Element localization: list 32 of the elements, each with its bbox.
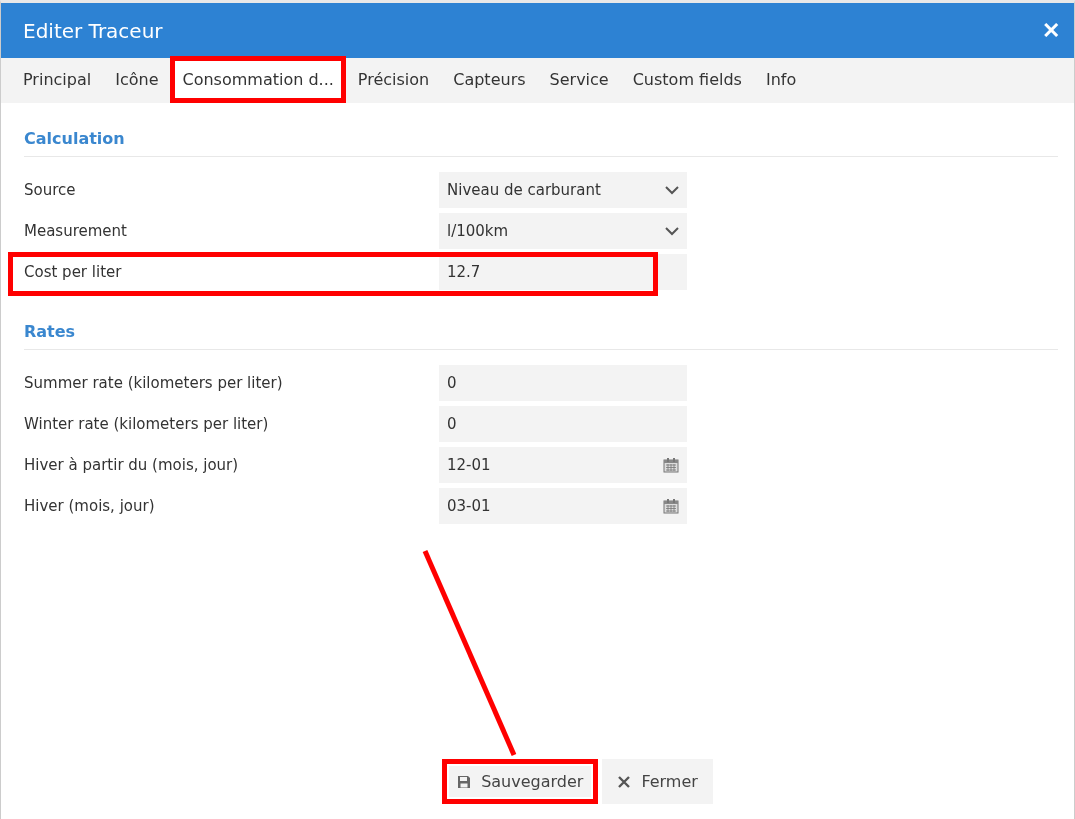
field-label: Measurement (24, 222, 128, 240)
tab[interactable]: Service (537, 56, 621, 103)
field-label: Source (24, 181, 77, 199)
tab[interactable]: Consommation d... (170, 56, 346, 103)
date-field[interactable]: 12-01 (439, 447, 687, 483)
calendar-icon (663, 498, 679, 514)
field-label: Winter rate (kilometers per liter) (24, 415, 270, 433)
dropdown[interactable]: l/100km (439, 213, 687, 249)
tab[interactable]: Icône (103, 56, 171, 103)
close-button[interactable]: Fermer (602, 759, 713, 804)
field-label: Summer rate (kilometers per liter) (24, 374, 284, 392)
save-button[interactable]: Sauvegarder (442, 759, 599, 804)
dropdown[interactable]: Niveau de carburant (439, 172, 687, 208)
field-label: Hiver à partir du (mois, jour) (24, 456, 240, 474)
window-title: Editer Traceur (23, 18, 163, 43)
input-field[interactable]: 0 (439, 365, 687, 401)
tab[interactable]: Info (753, 56, 809, 103)
tab[interactable]: Custom fields (620, 56, 754, 103)
section-heading: Calculation (24, 117, 1058, 157)
field-label: Cost per liter (24, 263, 123, 281)
tab[interactable]: Capteurs (441, 56, 538, 103)
section-heading: Rates (24, 310, 1058, 350)
chevron-down-icon (665, 226, 679, 236)
close-button[interactable]: ✕ (1042, 17, 1060, 44)
field-label: Hiver (mois, jour) (24, 497, 156, 515)
input-field[interactable]: 0 (439, 406, 687, 442)
close-icon (617, 774, 632, 789)
chevron-down-icon (665, 185, 679, 195)
date-field[interactable]: 03-01 (439, 488, 687, 524)
calendar-icon (663, 457, 679, 473)
tab[interactable]: Précision (345, 56, 442, 103)
tab[interactable]: Principal (11, 56, 104, 103)
